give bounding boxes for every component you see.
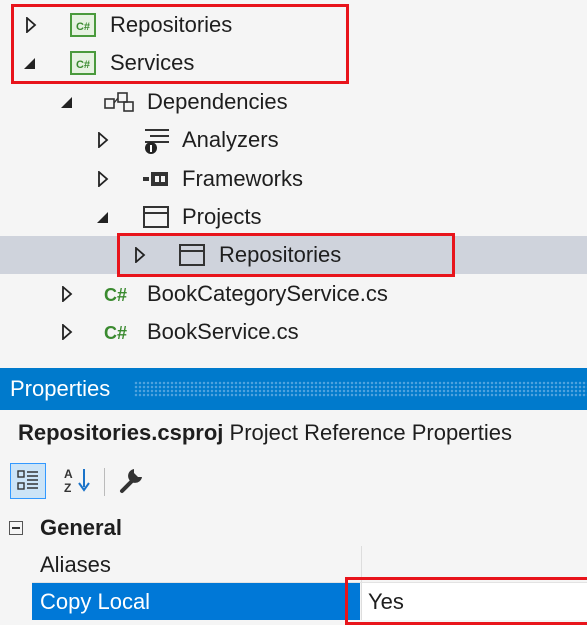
- expand-arrow-icon[interactable]: [97, 171, 109, 187]
- tree-item-label: Frameworks: [182, 166, 304, 191]
- tree-item-bookcategoryservice[interactable]: C# BookCategoryService.cs: [0, 275, 587, 313]
- toolbar-separator: [104, 468, 105, 496]
- categorized-icon: [17, 470, 38, 490]
- tree-item-projects[interactable]: Projects: [0, 198, 587, 236]
- highlight-box-projects: [11, 4, 349, 84]
- highlight-box-copy-local: [345, 577, 587, 625]
- tree-item-bookservice[interactable]: C# BookService.cs: [0, 313, 587, 351]
- expand-arrow-icon[interactable]: [61, 324, 73, 340]
- object-name: Repositories.csproj: [18, 420, 224, 445]
- property-name: Copy Local: [32, 583, 360, 620]
- tree-item-label: Projects: [182, 204, 262, 229]
- tree-item-analyzers[interactable]: Analyzers: [0, 121, 587, 159]
- highlight-box-reference: [117, 233, 455, 277]
- header-grip: [134, 381, 587, 397]
- wrench-icon: [120, 469, 142, 493]
- category-label: General: [40, 515, 122, 540]
- collapse-arrow-icon[interactable]: [60, 96, 74, 110]
- tree-item-dependencies[interactable]: Dependencies: [0, 83, 587, 121]
- properties-panel-header[interactable]: Properties: [0, 368, 587, 410]
- svg-text:C#: C#: [104, 285, 127, 305]
- properties-object-selector[interactable]: Repositories.csproj Project Reference Pr…: [18, 420, 512, 446]
- tree-item-frameworks[interactable]: Frameworks: [0, 160, 587, 198]
- tree-item-label: Dependencies: [147, 89, 288, 114]
- tree-item-label: Analyzers: [182, 127, 279, 152]
- analyzers-icon: [145, 129, 169, 154]
- csharp-file-icon: C#: [104, 323, 127, 343]
- csharp-file-icon: C#: [104, 285, 127, 305]
- alphabetical-button[interactable]: A Z: [60, 463, 96, 499]
- svg-text:A: A: [64, 467, 73, 481]
- properties-title: Properties: [10, 376, 111, 401]
- property-pages-button[interactable]: [114, 463, 150, 499]
- alphabetical-icon: A Z: [64, 467, 90, 495]
- collapse-arrow-icon[interactable]: [96, 211, 110, 225]
- svg-text:Z: Z: [64, 481, 71, 495]
- property-name: Aliases: [40, 552, 111, 577]
- categorized-button[interactable]: [10, 463, 46, 499]
- dependencies-icon: [104, 92, 134, 112]
- frameworks-icon: [143, 172, 168, 186]
- category-general[interactable]: General: [0, 510, 587, 546]
- tree-item-label: BookCategoryService.cs: [147, 281, 388, 306]
- svg-text:C#: C#: [104, 323, 127, 343]
- projects-icon: [143, 206, 169, 228]
- tree-item-label: BookService.cs: [147, 319, 299, 344]
- object-type: Project Reference Properties: [229, 420, 512, 445]
- collapse-icon[interactable]: [9, 521, 23, 535]
- expand-arrow-icon[interactable]: [61, 286, 73, 302]
- properties-toolbar: A Z: [0, 456, 587, 508]
- expand-arrow-icon[interactable]: [97, 132, 109, 148]
